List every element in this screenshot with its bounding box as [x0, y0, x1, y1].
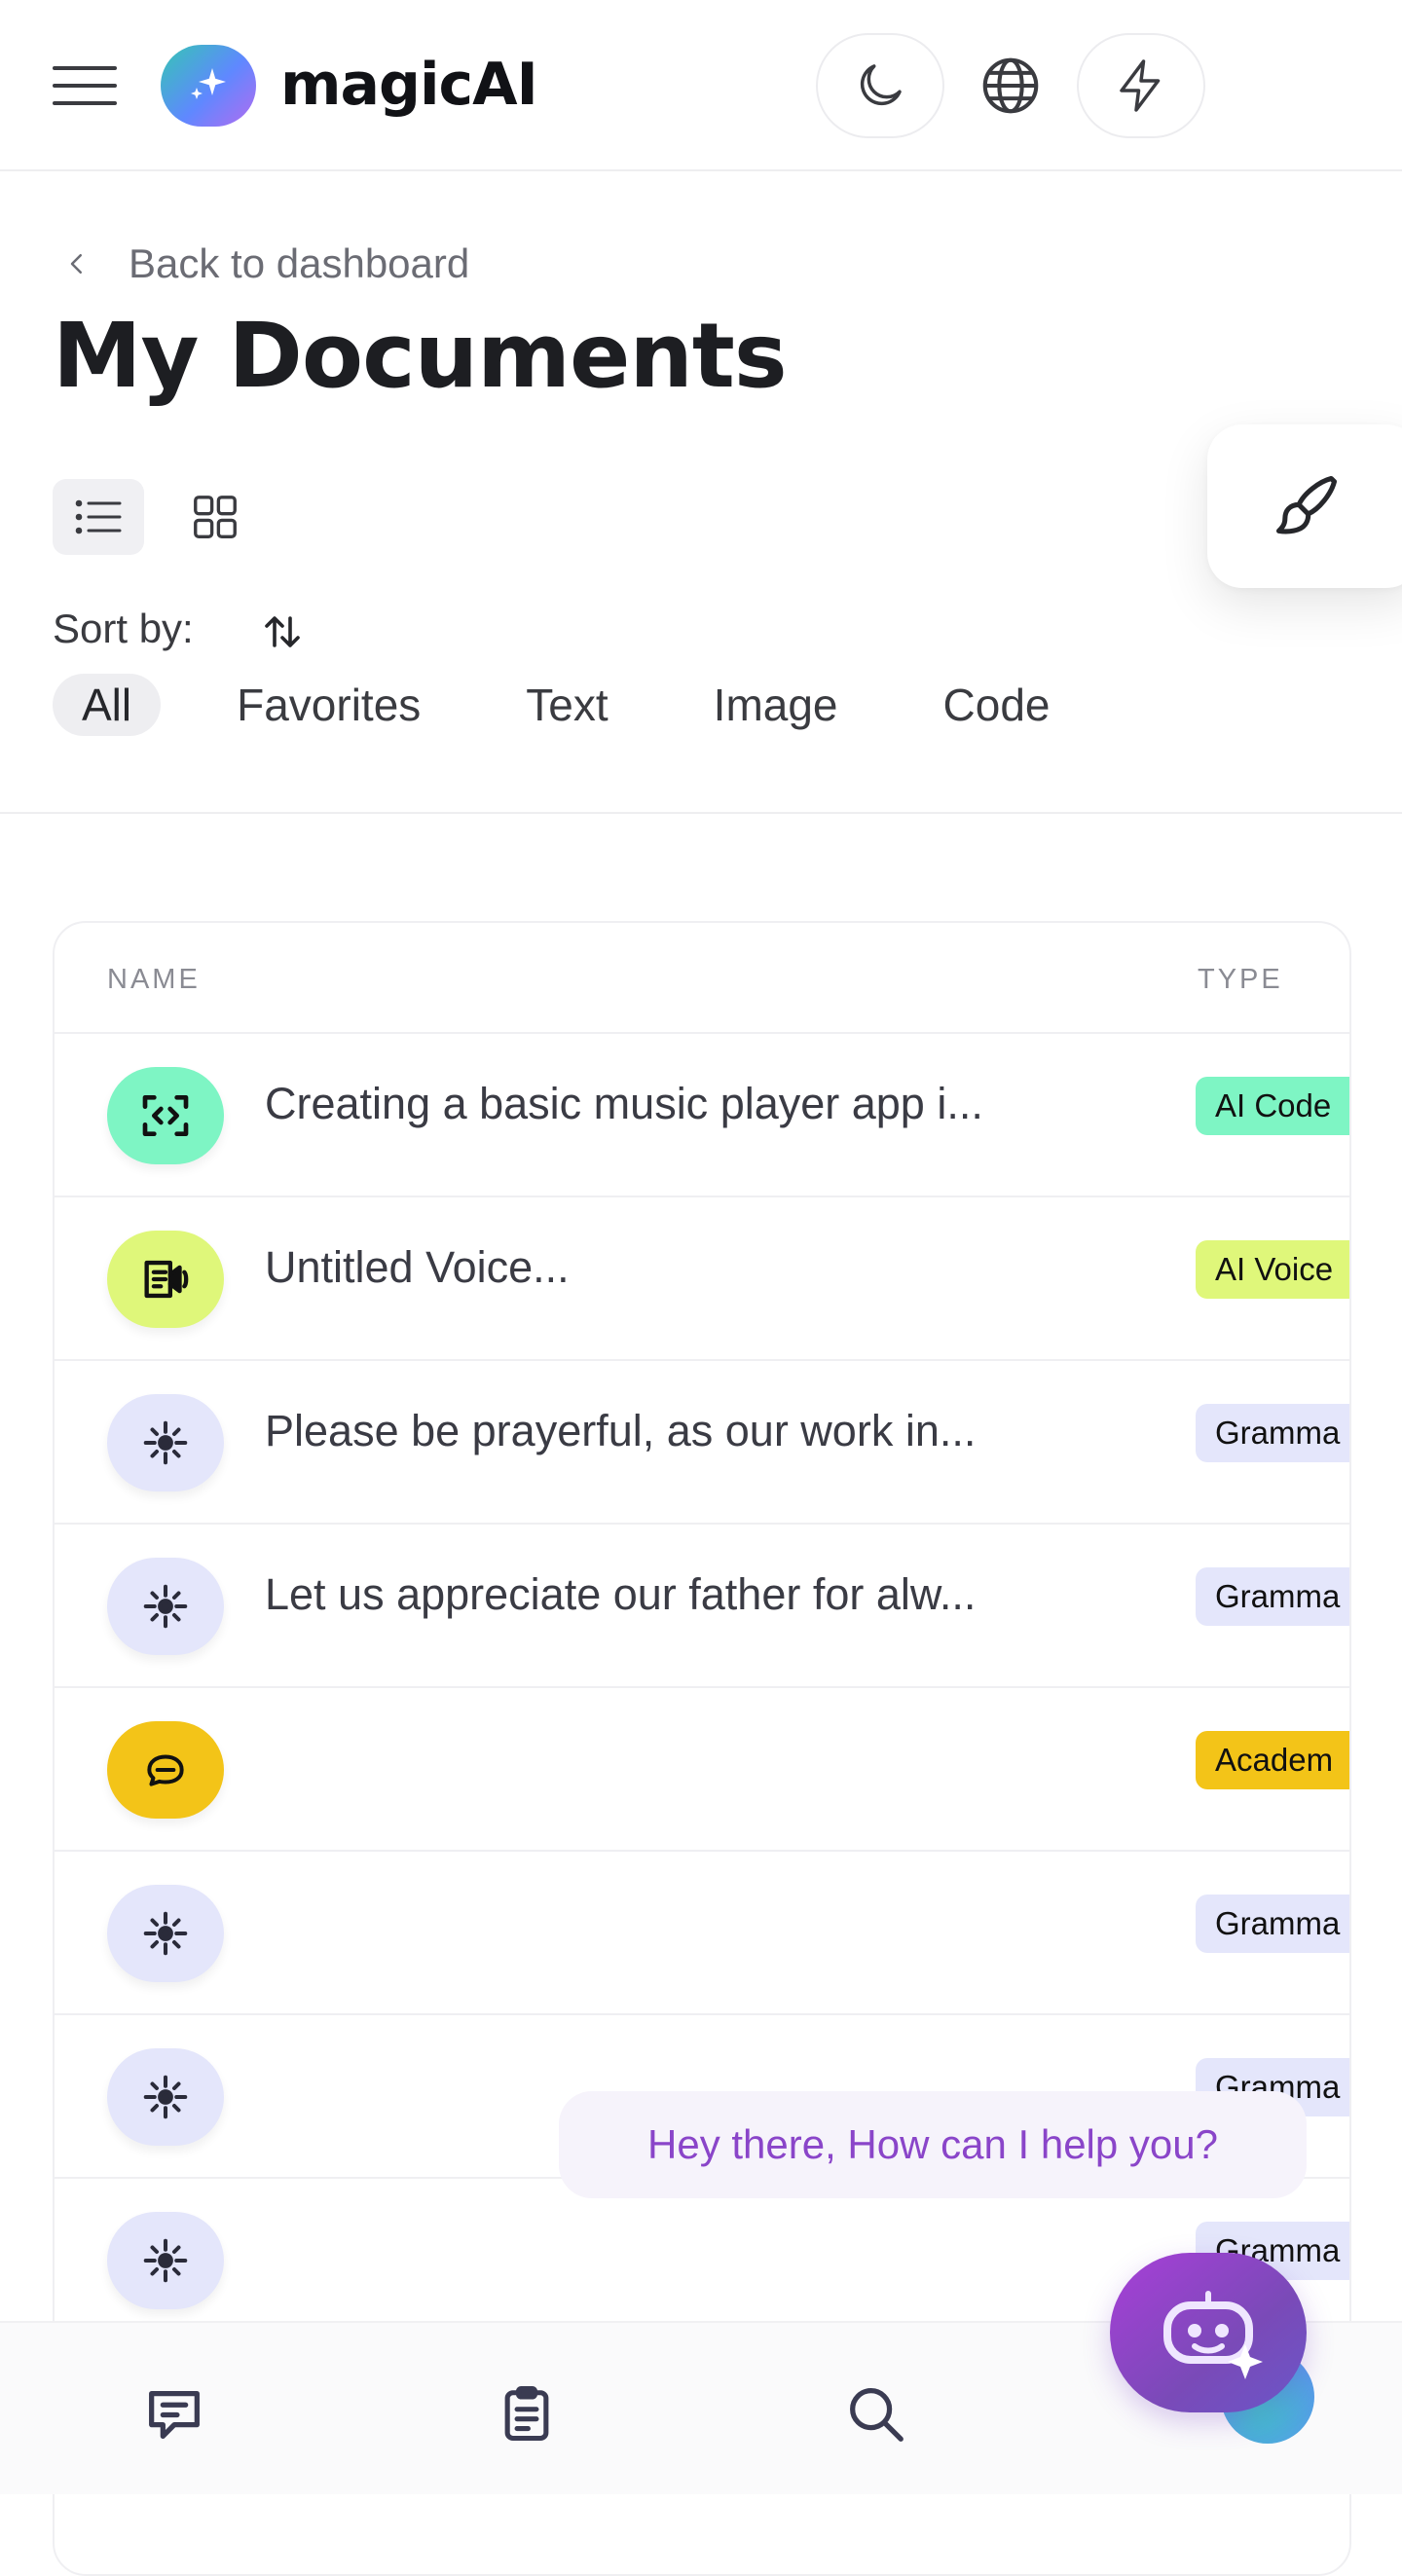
type-badge: Academ — [1196, 1731, 1349, 1789]
back-label: Back to dashboard — [129, 240, 470, 286]
table-row[interactable]: Please be prayerful, as our work in... G… — [55, 1361, 1349, 1525]
type-badge: Gramma — [1196, 1404, 1349, 1462]
nav-search-button[interactable] — [841, 2379, 909, 2447]
document-name: Untitled Voice... — [265, 1242, 570, 1292]
robot-icon — [1163, 2291, 1263, 2379]
sort-label: Sort by: — [53, 606, 194, 651]
search-icon — [850, 2388, 904, 2442]
chat-bubble-icon — [107, 1721, 224, 1819]
filter-text[interactable]: Text — [497, 674, 637, 736]
type-badge: AI Voice — [1196, 1240, 1349, 1299]
sun-spark-icon — [107, 2048, 224, 2146]
voice-doc-icon — [107, 1231, 224, 1328]
section-divider — [0, 812, 1402, 814]
clipboard-icon — [504, 2385, 549, 2442]
type-badge: Gramma — [1196, 1895, 1349, 1953]
nav-documents-button[interactable] — [493, 2379, 561, 2447]
sun-spark-icon — [107, 2212, 224, 2309]
filter-image[interactable]: Image — [684, 674, 867, 736]
globe-icon — [982, 57, 1039, 114]
menu-button[interactable] — [53, 66, 117, 105]
grid-icon — [194, 496, 237, 538]
document-name: Creating a basic music player app i... — [265, 1079, 983, 1128]
page-title: My Documents — [53, 304, 788, 408]
chat-icon — [149, 2390, 200, 2439]
table-row[interactable]: Academ — [55, 1688, 1349, 1852]
sun-spark-icon — [107, 1885, 224, 1982]
list-icon — [75, 499, 122, 534]
type-badge: Gramma — [1196, 1567, 1349, 1626]
table-header: NAME TYPE — [55, 923, 1349, 1034]
moon-icon — [860, 64, 902, 106]
top-bar: magicAI — [0, 0, 1402, 171]
filter-code[interactable]: Code — [914, 674, 1080, 736]
sort-toggle-button[interactable] — [259, 606, 312, 658]
upgrade-button[interactable] — [1077, 33, 1205, 138]
sun-spark-icon — [107, 1558, 224, 1655]
list-view-button[interactable] — [53, 479, 144, 555]
column-type-header[interactable]: TYPE — [1198, 964, 1283, 996]
assistant-greeting-bubble[interactable]: Hey there, How can I help you? — [559, 2091, 1307, 2198]
sparkle-logo-icon — [161, 45, 256, 127]
language-button[interactable] — [946, 33, 1075, 138]
lightning-icon — [1120, 59, 1161, 112]
sun-spark-icon — [107, 1394, 224, 1491]
ai-assistant-button[interactable] — [1110, 2253, 1307, 2412]
filter-tabs: All Favorites Text Image Code — [53, 674, 1126, 736]
customize-brush-button[interactable] — [1207, 424, 1402, 588]
sort-arrows-icon — [265, 616, 300, 647]
document-name: Please be prayerful, as our work in... — [265, 1406, 977, 1455]
brand-name: magicAI — [280, 51, 538, 119]
chevron-left-icon — [62, 249, 92, 278]
filter-favorites[interactable]: Favorites — [207, 674, 450, 736]
table-row[interactable]: Let us appreciate our father for alw... … — [55, 1525, 1349, 1688]
code-scan-icon — [107, 1067, 224, 1164]
table-row[interactable]: Untitled Voice... AI Voice — [55, 1197, 1349, 1361]
theme-toggle-button[interactable] — [816, 33, 944, 138]
nav-chat-button[interactable] — [140, 2379, 208, 2447]
table-row[interactable]: Creating a basic music player app i... A… — [55, 1034, 1349, 1197]
column-name-header[interactable]: NAME — [107, 964, 201, 996]
table-row[interactable]: Gramma — [55, 1852, 1349, 2015]
back-to-dashboard-link[interactable]: Back to dashboard — [62, 239, 469, 288]
filter-all[interactable]: All — [53, 674, 162, 736]
brush-icon — [1275, 475, 1338, 534]
type-badge: AI Code — [1196, 1077, 1349, 1135]
grid-view-button[interactable] — [169, 479, 261, 555]
document-name: Let us appreciate our father for alw... — [265, 1569, 977, 1619]
